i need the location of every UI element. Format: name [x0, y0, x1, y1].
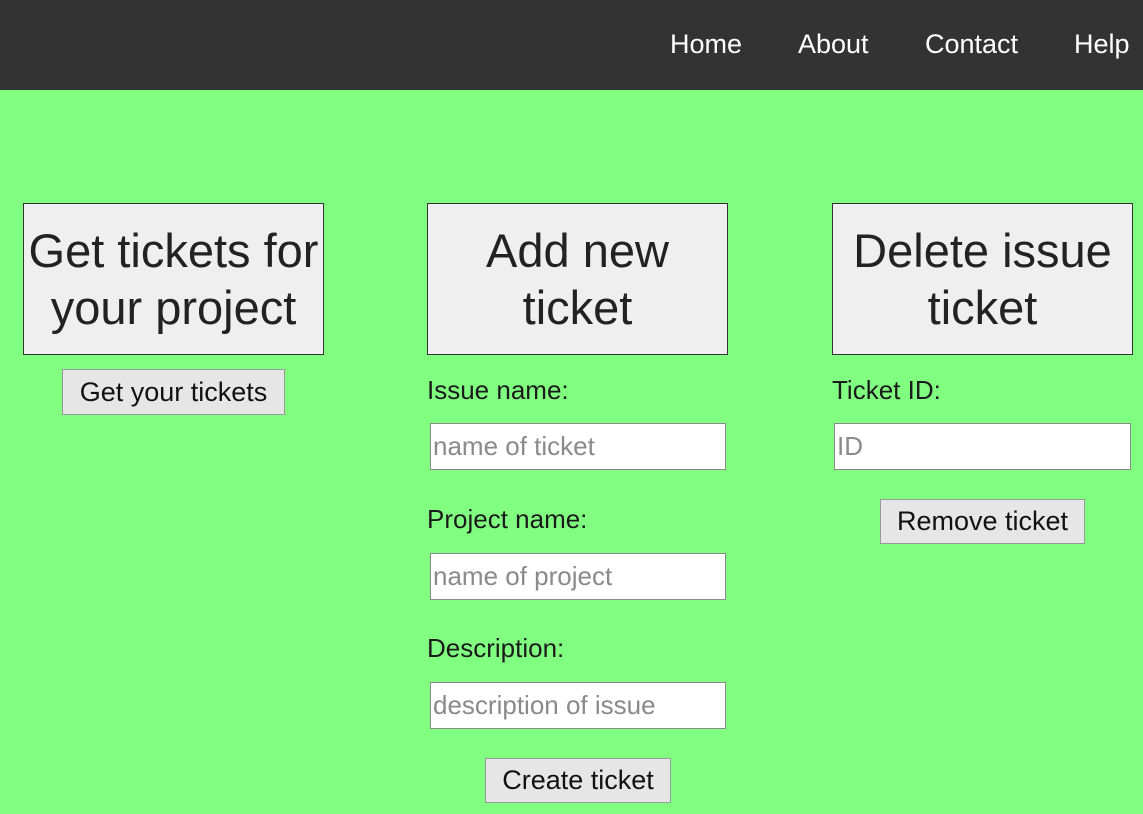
nav-home-link[interactable]: Home [670, 28, 742, 60]
project-name-input[interactable] [430, 553, 726, 600]
project-name-label: Project name: [427, 504, 588, 534]
ticket-id-input[interactable] [834, 423, 1131, 470]
add-ticket-heading-line2: ticket [522, 281, 633, 334]
navbar: Home About Contact Help [0, 0, 1143, 90]
remove-ticket-button[interactable]: Remove ticket [880, 499, 1085, 544]
nav-contact-link[interactable]: Contact [925, 28, 1018, 60]
get-tickets-heading-line1: Get tickets for [28, 224, 319, 277]
get-tickets-heading-line2: your project [50, 281, 297, 334]
add-ticket-heading-line1: Add new [486, 224, 669, 277]
add-ticket-heading: Add new ticket [427, 203, 728, 355]
create-ticket-button[interactable]: Create ticket [485, 758, 671, 803]
get-tickets-heading: Get tickets for your project [23, 203, 324, 355]
description-input[interactable] [430, 682, 726, 729]
nav-help-link[interactable]: Help [1074, 28, 1130, 60]
issue-name-input[interactable] [430, 423, 726, 470]
ticket-id-label: Ticket ID: [832, 375, 941, 405]
nav-about-link[interactable]: About [798, 28, 869, 60]
issue-name-label: Issue name: [427, 375, 569, 405]
delete-ticket-heading-line2: ticket [927, 281, 1038, 334]
get-tickets-button[interactable]: Get your tickets [62, 369, 285, 415]
delete-ticket-heading: Delete issue ticket [832, 203, 1133, 355]
delete-ticket-heading-line1: Delete issue [853, 224, 1112, 277]
description-label: Description: [427, 633, 565, 663]
